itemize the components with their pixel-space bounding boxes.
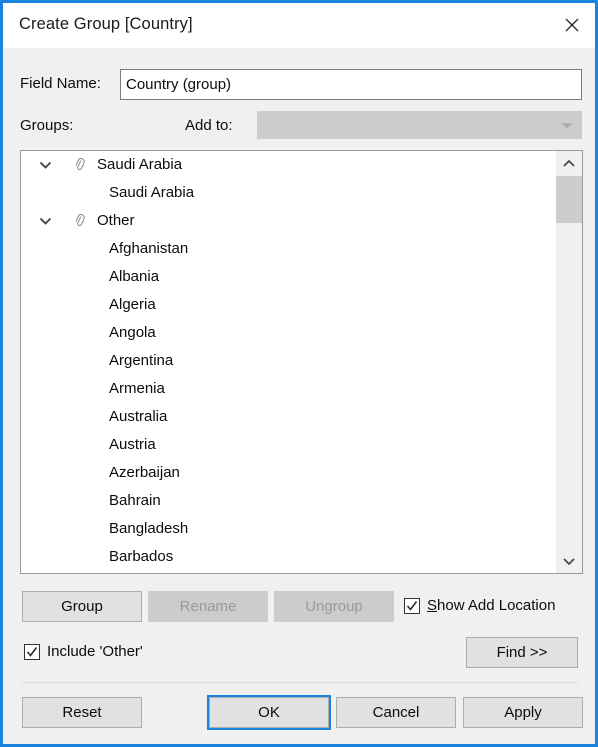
field-name-label: Field Name: — [20, 75, 101, 92]
list-item-label: Barbados — [109, 548, 174, 565]
list-item[interactable]: Other — [21, 207, 555, 235]
show-add-location-label: Show Add Location — [427, 597, 555, 614]
list-item[interactable]: Barbados — [21, 543, 555, 571]
scroll-up-icon[interactable] — [556, 151, 582, 175]
add-to-label: Add to: — [185, 117, 233, 134]
groups-list: Saudi Arabia Saudi Arabia Other Afghanistan… — [21, 151, 555, 573]
scrollbar-thumb[interactable] — [556, 176, 582, 223]
field-name-input[interactable] — [120, 69, 582, 100]
chevron-down-icon[interactable] — [37, 207, 53, 235]
create-group-dialog: Create Group [Country] Field Name: Group… — [0, 0, 598, 747]
list-item[interactable]: Bangladesh — [21, 515, 555, 543]
list-item[interactable]: Albania — [21, 263, 555, 291]
list-item-label: Algeria — [109, 296, 156, 313]
list-item-label: Armenia — [109, 380, 165, 397]
list-item-label: Afghanistan — [109, 240, 189, 257]
list-item-label: Bahrain — [109, 492, 161, 509]
list-item[interactable]: Armenia — [21, 375, 555, 403]
close-icon[interactable] — [549, 3, 595, 47]
find-button[interactable]: Find >> — [466, 637, 578, 668]
cancel-button[interactable]: Cancel — [336, 697, 456, 728]
list-item-label: Saudi Arabia — [109, 184, 195, 201]
add-to-select[interactable] — [257, 111, 582, 139]
list-item[interactable]: Angola — [21, 319, 555, 347]
list-scrollbar[interactable] — [556, 151, 582, 573]
apply-button[interactable]: Apply — [463, 697, 583, 728]
list-item-label: Australia — [109, 408, 168, 425]
rename-button: Rename — [148, 591, 268, 622]
list-item-label: Azerbaijan — [109, 464, 180, 481]
chevron-down-icon — [561, 123, 573, 129]
list-item-label: Angola — [109, 324, 156, 341]
groups-label: Groups: — [20, 117, 74, 134]
group-button[interactable]: Group — [22, 591, 142, 622]
show-add-location-rest: how Add Location — [437, 597, 556, 614]
list-item-label: Argentina — [109, 352, 174, 369]
list-item-label: Bangladesh — [109, 520, 189, 537]
chevron-down-icon[interactable] — [37, 151, 53, 179]
list-item[interactable]: Afghanistan — [21, 235, 555, 263]
show-add-location-checkbox[interactable] — [404, 597, 420, 614]
include-other-checkbox[interactable] — [24, 643, 40, 660]
dialog-title: Create Group [Country] — [19, 15, 193, 33]
include-other-checkbox-row[interactable]: Include 'Other' — [24, 643, 143, 660]
paperclip-icon — [71, 207, 89, 235]
groups-listbox[interactable]: Saudi Arabia Saudi Arabia Other Afghanistan… — [20, 150, 583, 574]
list-item-label: Other — [97, 212, 135, 229]
dialog-titlebar: Create Group [Country] — [3, 3, 595, 48]
include-other-label: Include 'Other' — [47, 643, 143, 660]
paperclip-icon — [71, 151, 89, 179]
list-item[interactable]: Azerbaijan — [21, 459, 555, 487]
list-item[interactable]: Bahrain — [21, 487, 555, 515]
ok-button[interactable]: OK — [209, 697, 329, 728]
list-item[interactable]: Saudi Arabia — [21, 179, 555, 207]
list-item[interactable]: Australia — [21, 403, 555, 431]
show-add-location-accel: S — [427, 597, 438, 614]
list-item[interactable]: Algeria — [21, 291, 555, 319]
list-item[interactable]: Argentina — [21, 347, 555, 375]
scroll-down-icon[interactable] — [556, 549, 582, 573]
reset-button[interactable]: Reset — [22, 697, 142, 728]
list-item-label: Albania — [109, 268, 160, 285]
list-item[interactable]: Austria — [21, 431, 555, 459]
show-add-location-checkbox-row[interactable]: Show Add Location — [404, 597, 555, 614]
list-item-label: Saudi Arabia — [97, 156, 183, 173]
footer-separator — [22, 682, 578, 683]
list-item[interactable]: Saudi Arabia — [21, 151, 555, 179]
list-item-label: Austria — [109, 436, 156, 453]
ungroup-button: Ungroup — [274, 591, 394, 622]
